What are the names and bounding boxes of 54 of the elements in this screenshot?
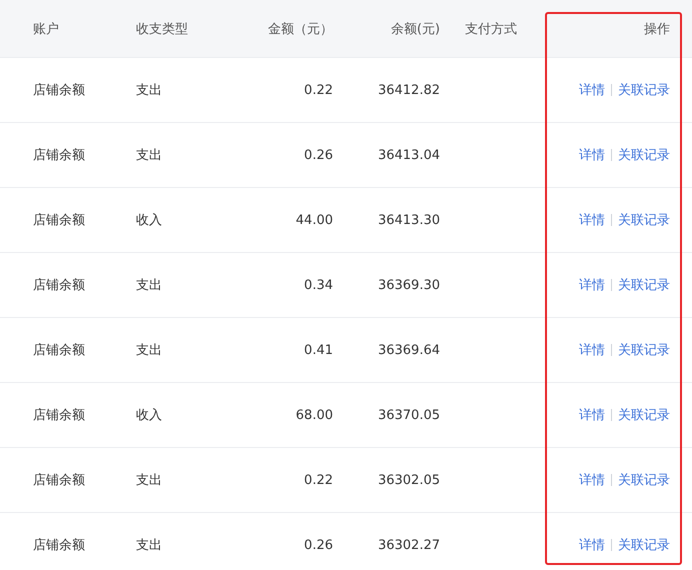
type-text: 支出 [136,82,162,99]
details-link[interactable]: 详情 [579,81,605,99]
amount-text: 68.00 [296,408,333,422]
balance-text: 36369.30 [378,278,440,292]
balance-text: 36413.30 [378,212,440,228]
details-link[interactable]: 详情 [579,276,605,294]
related-records-link[interactable]: 关联记录 [618,341,670,359]
account-text: 店铺余额 [33,342,85,359]
type-text: 收入 [136,212,162,229]
type-text: 支出 [136,472,162,489]
type-text: 支出 [136,342,162,359]
amount-text: 0.41 [304,342,333,358]
account-text: 店铺余额 [33,277,85,294]
balance-text: 36370.05 [378,408,440,422]
details-link[interactable]: 详情 [579,146,605,164]
amount-text: 0.34 [304,278,333,292]
balance-text: 36302.05 [378,472,440,488]
details-link[interactable]: 详情 [579,471,605,489]
amount-text: 0.26 [304,148,333,162]
details-link[interactable]: 详情 [579,536,605,554]
amount-text: 44.00 [296,212,333,228]
details-link[interactable]: 详情 [579,211,605,229]
account-text: 店铺余额 [33,407,85,424]
related-records-link[interactable]: 关联记录 [618,536,670,554]
type-text: 支出 [136,537,162,554]
details-link[interactable]: 详情 [579,341,605,359]
column-header: 操作 [560,0,692,58]
type-text: 收入 [136,407,162,424]
column-header: 余额(元) [345,0,452,58]
account-text: 店铺余额 [33,472,85,489]
related-records-link[interactable]: 关联记录 [618,406,670,424]
account-text: 店铺余额 [33,212,85,229]
account-text: 店铺余额 [33,537,85,554]
related-records-link[interactable]: 关联记录 [618,146,670,164]
column-header: 金额（元） [240,0,345,58]
balance-text: 36369.64 [378,342,440,358]
account-text: 店铺余额 [33,147,85,164]
balance-text: 36302.27 [378,538,440,552]
related-records-link[interactable]: 关联记录 [618,211,670,229]
related-records-link[interactable]: 关联记录 [618,471,670,489]
related-records-link[interactable]: 关联记录 [618,81,670,99]
related-records-link[interactable]: 关联记录 [618,276,670,294]
amount-text: 0.26 [304,538,333,552]
details-link[interactable]: 详情 [579,406,605,424]
balance-text: 36412.82 [378,82,440,98]
balance-text: 36413.04 [378,148,440,162]
column-header: 账户 [0,0,120,58]
amount-text: 0.22 [304,472,333,488]
type-text: 支出 [136,147,162,164]
type-text: 支出 [136,277,162,294]
amount-text: 0.22 [304,82,333,98]
column-header: 支付方式 [452,0,560,58]
account-text: 店铺余额 [33,82,85,99]
column-header: 收支类型 [120,0,240,58]
